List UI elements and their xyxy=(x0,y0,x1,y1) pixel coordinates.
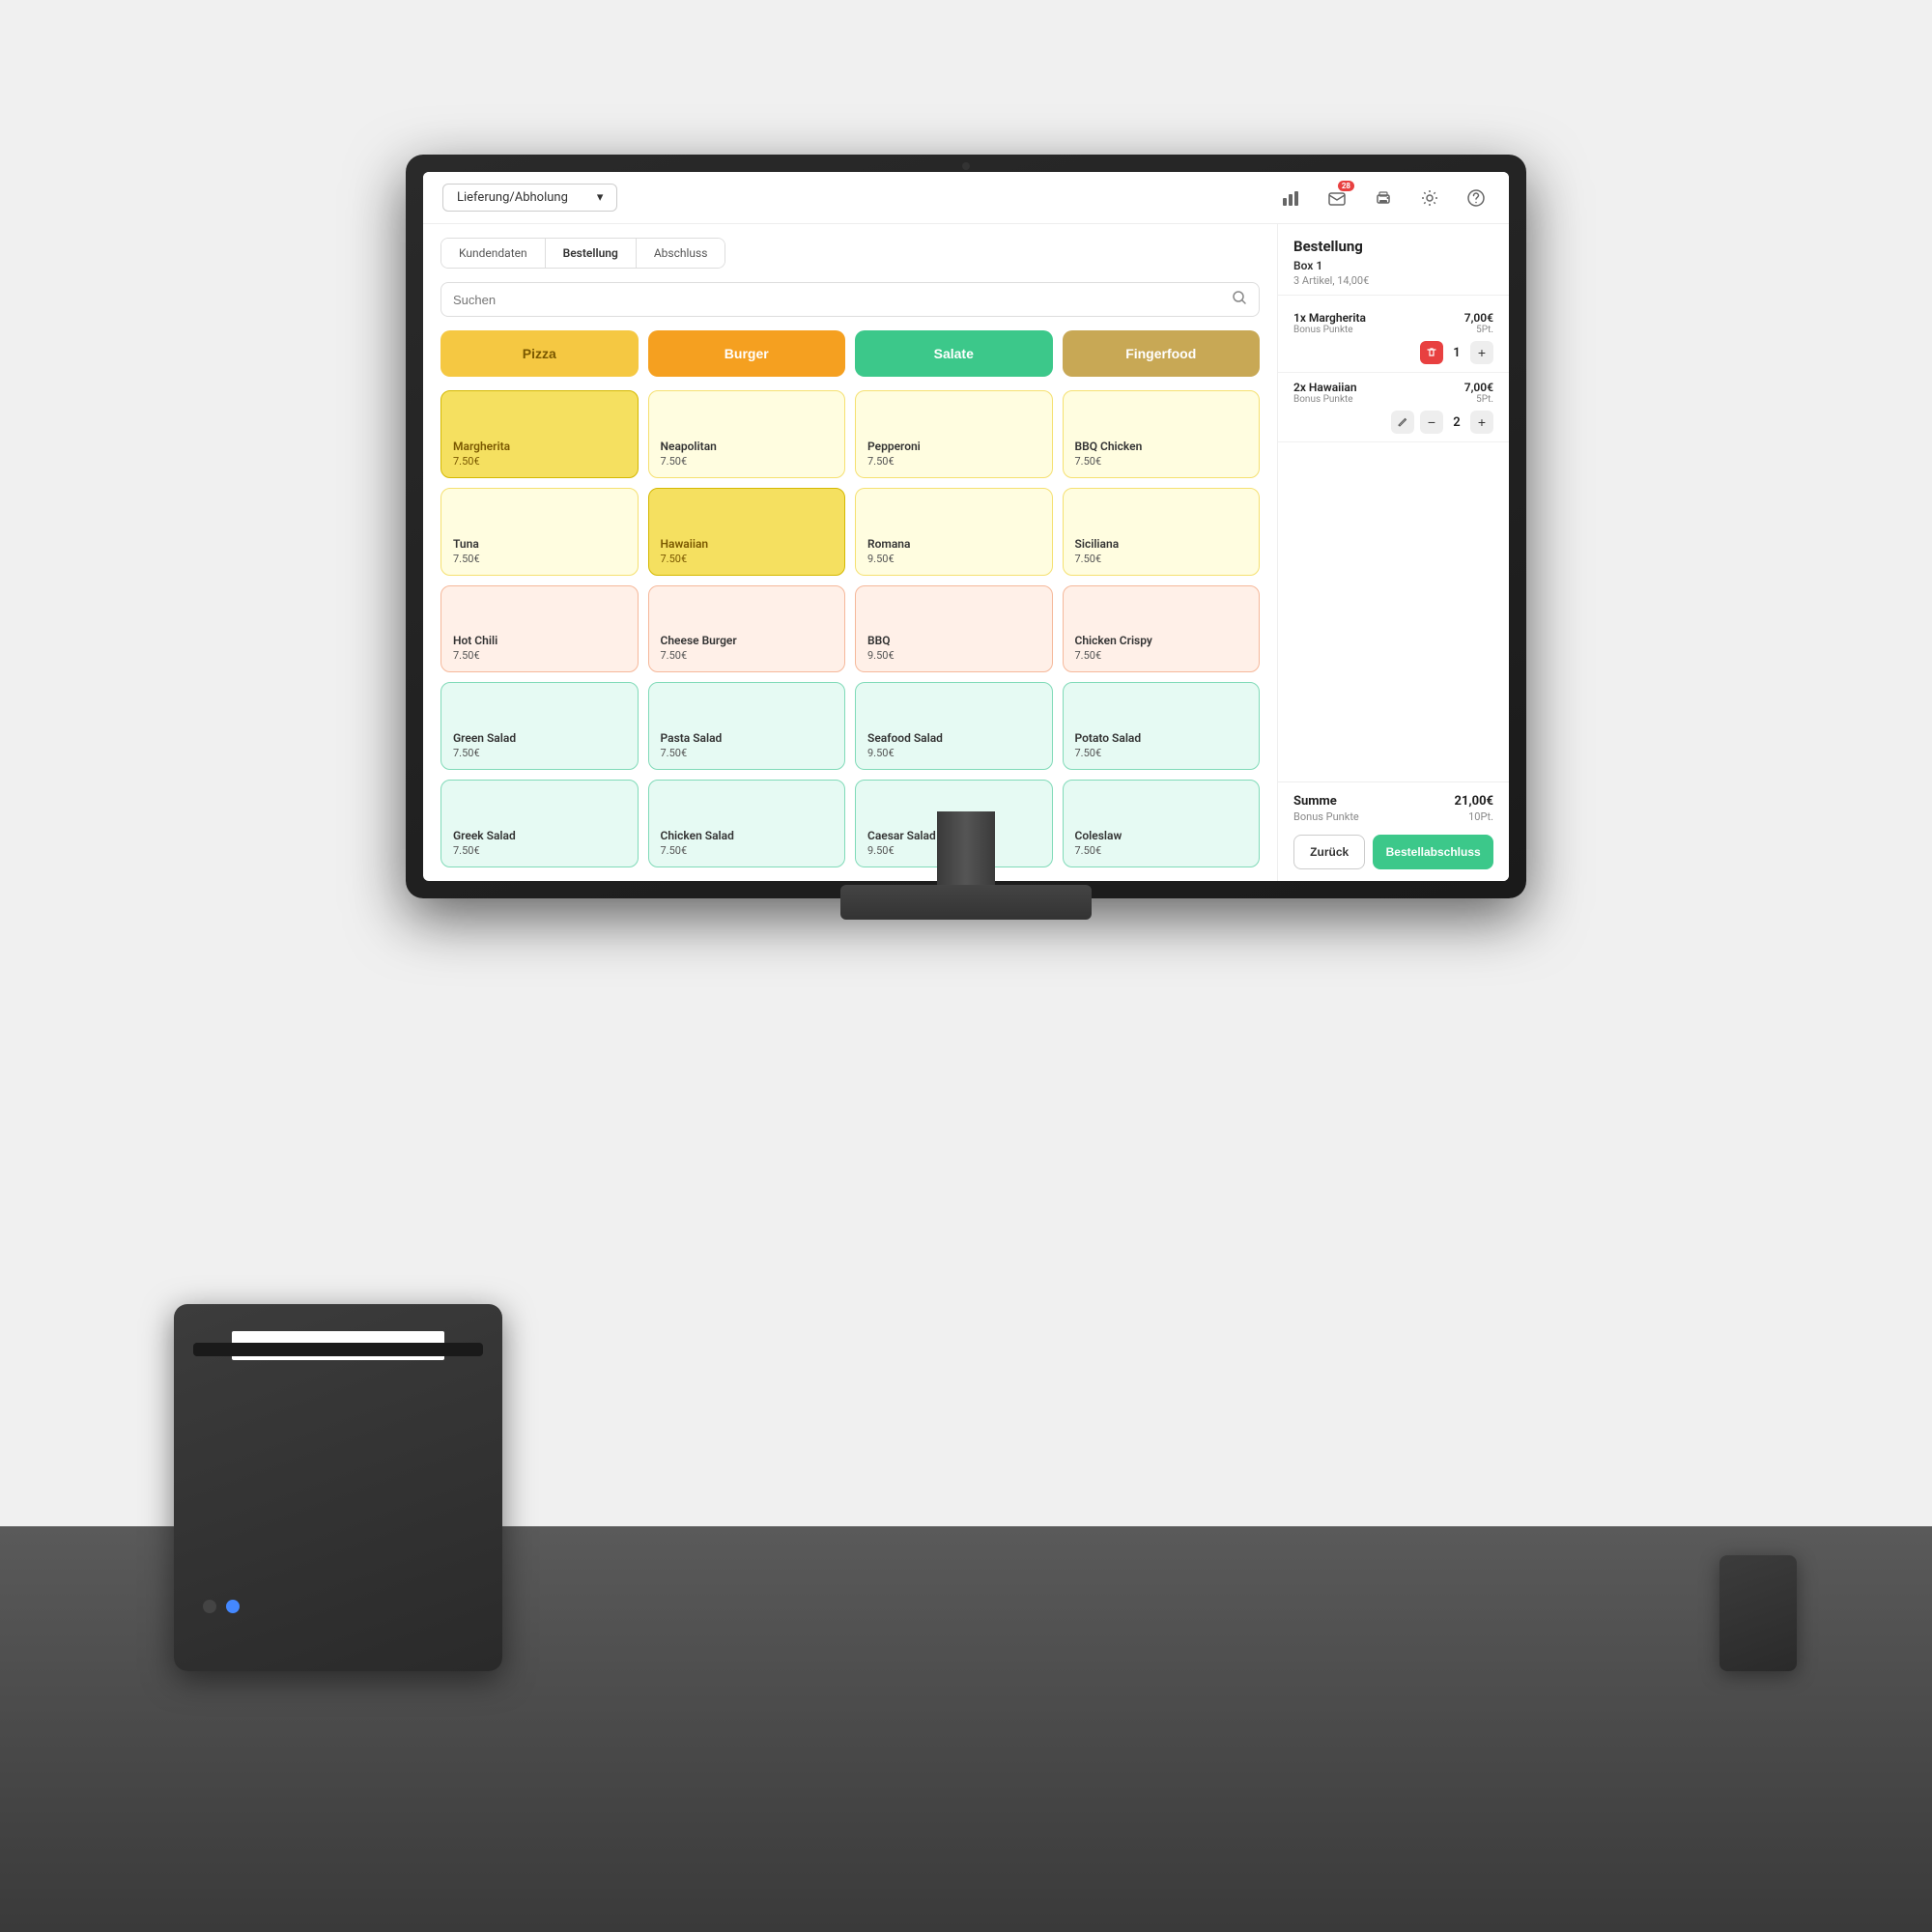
summe-label: Summe xyxy=(1293,794,1337,809)
monitor-bezel: Lieferung/Abholung ▾ xyxy=(406,155,1526,898)
menu-item-neapolitan[interactable]: Neapolitan 7.50€ xyxy=(648,390,846,478)
menu-grid: Margherita 7.50€ Neapolitan 7.50€ Pepper… xyxy=(440,390,1260,867)
order-item-2: 2x Hawaiian 7,00€ Bonus Punkte 5Pt. xyxy=(1278,373,1509,442)
order-item-1-qty: 1 xyxy=(1449,346,1464,360)
menu-item-hawaiian[interactable]: Hawaiian 7.50€ xyxy=(648,488,846,576)
search-bar xyxy=(440,282,1260,317)
menu-item-hot-chili[interactable]: Hot Chili 7.50€ xyxy=(440,585,639,673)
category-burger[interactable]: Burger xyxy=(648,330,846,377)
main-content: Kundendaten Bestellung Abschluss xyxy=(423,224,1509,881)
mail-badge: 28 xyxy=(1338,181,1354,191)
printer-icon[interactable] xyxy=(1370,185,1397,212)
tab-kundendaten[interactable]: Kundendaten xyxy=(441,239,546,268)
help-icon[interactable] xyxy=(1463,185,1490,212)
chart-icon[interactable] xyxy=(1277,185,1304,212)
order-item-2-price: 7,00€ xyxy=(1464,381,1493,394)
bonus-row: Bonus Punkte 10Pt. xyxy=(1293,810,1493,823)
right-panel: Bestellung Box 1 3 Artikel, 14,00€ 1x Ma… xyxy=(1277,224,1509,881)
search-icon xyxy=(1232,290,1247,309)
order-item-1: 1x Margherita 7,00€ Bonus Punkte 5Pt. xyxy=(1278,303,1509,373)
pos-app: Lieferung/Abholung ▾ xyxy=(423,172,1509,881)
order-item-1-controls: 1 + xyxy=(1293,341,1493,364)
edit-item-2-button[interactable] xyxy=(1391,411,1414,434)
printer-slot xyxy=(193,1343,483,1356)
order-item-1-top: 1x Margherita 7,00€ xyxy=(1293,311,1493,325)
category-salate[interactable]: Salate xyxy=(855,330,1053,377)
delete-item-1-button[interactable] xyxy=(1420,341,1443,364)
receipt-printer xyxy=(1719,1555,1797,1671)
menu-item-siciliana[interactable]: Siciliana 7.50€ xyxy=(1063,488,1261,576)
footer-buttons: Zurück Bestellabschluss xyxy=(1293,835,1493,869)
menu-item-green-salad[interactable]: Green Salad 7.50€ xyxy=(440,682,639,770)
printer-lights xyxy=(203,1600,240,1613)
order-box-label: Box 1 xyxy=(1293,259,1493,272)
printer-light-1 xyxy=(203,1600,216,1613)
order-items: 1x Margherita 7,00€ Bonus Punkte 5Pt. xyxy=(1278,296,1509,781)
monitor-camera xyxy=(962,162,970,170)
menu-item-pepperoni[interactable]: Pepperoni 7.50€ xyxy=(855,390,1053,478)
back-button[interactable]: Zurück xyxy=(1293,835,1365,869)
order-title: Bestellung xyxy=(1293,238,1493,255)
printer-device xyxy=(174,1304,502,1671)
menu-item-pasta-salad[interactable]: Pasta Salad 7.50€ xyxy=(648,682,846,770)
increase-item-1-button[interactable]: + xyxy=(1470,341,1493,364)
delivery-label: Lieferung/Abholung xyxy=(457,190,568,205)
delivery-select[interactable]: Lieferung/Abholung ▾ xyxy=(442,184,617,212)
top-bar-icons: 28 xyxy=(1277,185,1490,212)
order-complete-button[interactable]: Bestellabschluss xyxy=(1373,835,1493,869)
monitor: Lieferung/Abholung ▾ xyxy=(406,155,1526,985)
menu-item-chicken-salad[interactable]: Chicken Salad 7.50€ xyxy=(648,780,846,867)
menu-item-margherita[interactable]: Margherita 7.50€ xyxy=(440,390,639,478)
menu-item-tuna[interactable]: Tuna 7.50€ xyxy=(440,488,639,576)
summe-value: 21,00€ xyxy=(1455,794,1494,809)
printer-light-2 xyxy=(226,1600,240,1613)
search-input[interactable] xyxy=(453,293,1224,307)
order-item-2-bonus: Bonus Punkte 5Pt. xyxy=(1293,394,1493,405)
order-item-2-qty: 2 xyxy=(1449,415,1464,430)
decrease-item-2-button[interactable]: − xyxy=(1420,411,1443,434)
tabs: Kundendaten Bestellung Abschluss xyxy=(440,238,725,269)
increase-item-2-button[interactable]: + xyxy=(1470,411,1493,434)
bonus-label: Bonus Punkte xyxy=(1293,810,1359,823)
monitor-screen: Lieferung/Abholung ▾ xyxy=(423,172,1509,881)
menu-item-romana[interactable]: Romana 9.50€ xyxy=(855,488,1053,576)
menu-item-potato-salad[interactable]: Potato Salad 7.50€ xyxy=(1063,682,1261,770)
tab-bestellung[interactable]: Bestellung xyxy=(546,239,637,268)
order-item-2-name: 2x Hawaiian xyxy=(1293,381,1357,394)
order-item-1-price: 7,00€ xyxy=(1464,311,1493,325)
order-item-2-top: 2x Hawaiian 7,00€ xyxy=(1293,381,1493,394)
order-item-1-bonus: Bonus Punkte 5Pt. xyxy=(1293,325,1493,335)
top-bar: Lieferung/Abholung ▾ xyxy=(423,172,1509,224)
mail-icon[interactable]: 28 xyxy=(1323,185,1350,212)
order-item-2-controls: − 2 + xyxy=(1293,411,1493,434)
left-panel: Kundendaten Bestellung Abschluss xyxy=(423,224,1277,881)
order-header: Bestellung Box 1 3 Artikel, 14,00€ xyxy=(1278,224,1509,296)
menu-item-greek-salad[interactable]: Greek Salad 7.50€ xyxy=(440,780,639,867)
order-box-sub: 3 Artikel, 14,00€ xyxy=(1293,274,1493,287)
tab-abschluss[interactable]: Abschluss xyxy=(637,239,725,268)
category-pizza[interactable]: Pizza xyxy=(440,330,639,377)
menu-item-cheese-burger[interactable]: Cheese Burger 7.50€ xyxy=(648,585,846,673)
menu-item-coleslaw[interactable]: Coleslaw 7.50€ xyxy=(1063,780,1261,867)
summe-row: Summe 21,00€ xyxy=(1293,794,1493,809)
order-item-1-name: 1x Margherita xyxy=(1293,311,1366,325)
bonus-value: 10Pt. xyxy=(1468,810,1493,823)
settings-icon[interactable] xyxy=(1416,185,1443,212)
monitor-stand-base xyxy=(840,885,1092,920)
category-fingerfood[interactable]: Fingerfood xyxy=(1063,330,1261,377)
menu-item-bbq-chicken[interactable]: BBQ Chicken 7.50€ xyxy=(1063,390,1261,478)
chevron-down-icon: ▾ xyxy=(597,190,604,205)
menu-item-seafood-salad[interactable]: Seafood Salad 9.50€ xyxy=(855,682,1053,770)
monitor-stand-neck xyxy=(937,811,995,889)
menu-item-bbq[interactable]: BBQ 9.50€ xyxy=(855,585,1053,673)
categories: Pizza Burger Salate Fingerfood xyxy=(440,330,1260,377)
order-footer: Summe 21,00€ Bonus Punkte 10Pt. Zurück B… xyxy=(1278,781,1509,881)
menu-item-chicken-crispy[interactable]: Chicken Crispy 7.50€ xyxy=(1063,585,1261,673)
